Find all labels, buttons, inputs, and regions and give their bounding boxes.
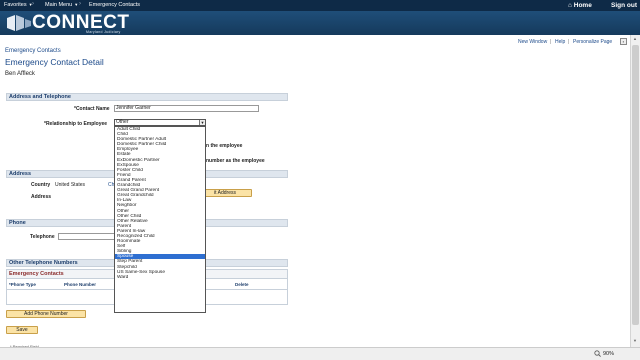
brand-banner: CONNECT Maryland Judiciary <box>0 11 640 35</box>
grid-col-phone-number: Phone Number <box>64 282 97 287</box>
edit-address-button[interactable]: it Address <box>198 189 252 197</box>
close-icon[interactable]: ▪ <box>620 38 627 45</box>
top-nav-bar: Favorites ▼ › Main Menu ▼ › Emergency Cont… <box>0 0 640 11</box>
page-link-separator: | <box>550 39 552 45</box>
scroll-up-icon[interactable]: ▲ <box>633 36 637 41</box>
scrollbar-thumb[interactable] <box>632 45 639 325</box>
contact-name-label: *Contact Name <box>74 106 110 112</box>
favorites-menu[interactable]: Favorites ▼ <box>4 2 33 8</box>
scroll-down-icon[interactable]: ▼ <box>633 338 637 343</box>
save-button[interactable]: Save <box>6 326 38 334</box>
brand-subtitle: Maryland Judiciary <box>86 30 121 34</box>
signout-link[interactable]: Sign out <box>611 2 637 9</box>
page-link-separator: | <box>568 39 570 45</box>
section-header-address-telephone: Address and Telephone <box>6 93 288 101</box>
relationship-select[interactable]: Other ▼ <box>114 119 206 126</box>
employee-name: Ben Affleck <box>5 71 35 77</box>
help-link[interactable]: Help <box>555 39 565 45</box>
telephone-input[interactable] <box>58 233 118 240</box>
add-phone-number-button[interactable]: Add Phone Number <box>6 310 86 318</box>
personalize-page-link[interactable]: Personalize Page <box>573 39 612 45</box>
country-value: United States <box>55 182 86 188</box>
grid-col-phone-type: *Phone Type <box>9 282 36 287</box>
contact-name-input[interactable]: Jennifer Garner <box>114 105 259 112</box>
nav-separator: › <box>79 1 81 7</box>
page-scrollbar[interactable]: ▲ ▼ <box>630 35 640 347</box>
main-menu[interactable]: Main Menu ▼ <box>45 2 78 8</box>
new-window-link[interactable]: New Window <box>518 39 547 45</box>
breadcrumb[interactable]: Emergency Contacts <box>5 48 61 54</box>
grid-col-delete: Delete <box>235 282 249 287</box>
same-phone-checkbox-label: number as the employee <box>206 158 265 164</box>
zoom-icon[interactable] <box>594 350 601 357</box>
chevron-down-icon: ▼ <box>199 120 205 125</box>
address-label: Address <box>31 194 52 200</box>
page-title: Emergency Contact Detail <box>5 57 104 67</box>
telephone-label: Telephone <box>30 234 55 240</box>
country-label: Country <box>31 182 51 188</box>
relationship-dropdown-list[interactable]: Adult Child Child Domestic Partner Adult Do… <box>114 126 206 313</box>
zoom-level[interactable]: 90% <box>603 351 614 357</box>
browser-status-bar: 90% <box>0 347 640 360</box>
home-link[interactable]: ⌂ Home <box>568 2 592 9</box>
logo-mark-icon <box>7 15 31 31</box>
home-icon: ⌂ <box>568 2 572 9</box>
current-page-crumb[interactable]: Emergency Contacts <box>89 2 140 8</box>
same-address-checkbox-label: n the employee <box>206 143 243 149</box>
relationship-label: *Relationship to Employee <box>44 121 108 127</box>
nav-separator: › <box>32 1 34 7</box>
relationship-option[interactable]: Ward <box>115 275 205 280</box>
